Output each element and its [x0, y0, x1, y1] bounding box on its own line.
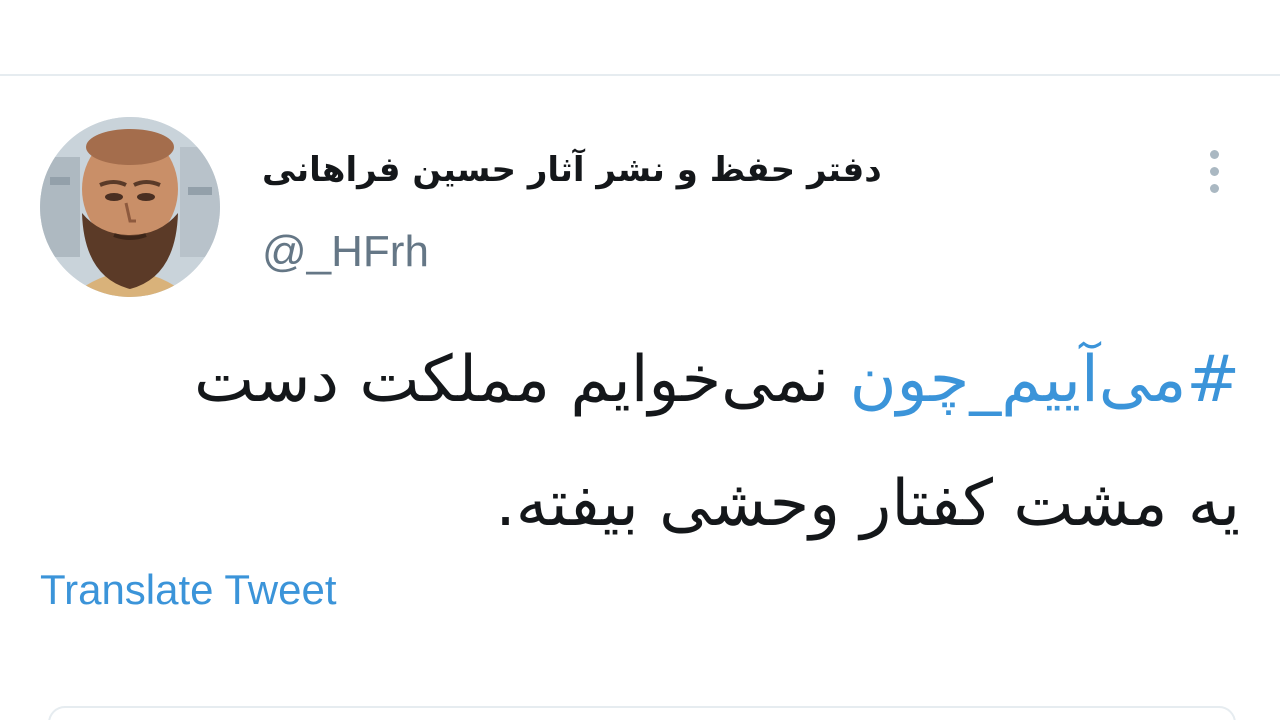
- author-avatar[interactable]: [40, 117, 220, 297]
- tweet-text: #می‌آییم_چون نمی‌خوایم مملکت دست یه مشت …: [60, 318, 1240, 566]
- hashtag-link[interactable]: #می‌آییم_چون: [850, 343, 1240, 417]
- vertical-dots-icon-bottom: [1209, 183, 1219, 193]
- author-display-name[interactable]: دفتر حفظ و نشر آثار حسین فراهانی: [262, 140, 992, 200]
- top-divider: [0, 74, 1280, 76]
- vertical-dots-icon-middle: [1209, 166, 1219, 176]
- more-options-button[interactable]: [1196, 145, 1232, 197]
- author-display-name-text: دفتر حفظ و نشر آثار حسین فراهانی: [262, 150, 882, 190]
- translate-tweet-link[interactable]: Translate Tweet: [40, 562, 336, 618]
- vertical-dots-icon: [1209, 149, 1219, 159]
- tweet-view: دفتر حفظ و نشر آثار حسین فراهانی @_HFrh …: [0, 0, 1280, 720]
- tweet-text-line-2: یه مشت کفتار وحشی بیفته.: [495, 467, 1240, 541]
- tweet-text-line-1: #می‌آییم_چون نمی‌خوایم مملکت دست: [60, 318, 1240, 442]
- next-card-edge: [48, 706, 1236, 720]
- author-handle[interactable]: @_HFrh: [262, 224, 429, 280]
- avatar-portrait-image: [40, 117, 220, 297]
- tweet-text-line-1-rest: نمی‌خوایم مملکت دست: [194, 343, 830, 417]
